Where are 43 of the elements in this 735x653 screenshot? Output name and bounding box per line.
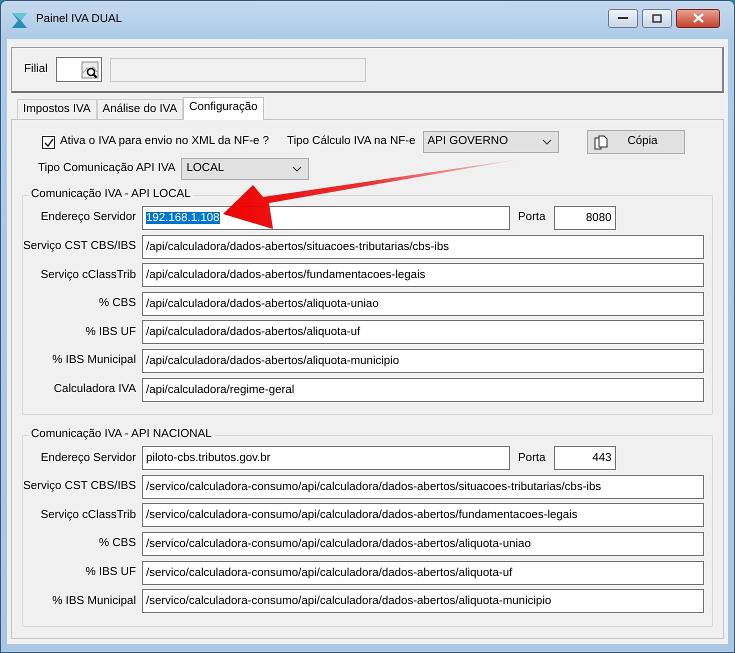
url-field[interactable]: /api/calculadora/dados-abertos/aliquota-municipio: [142, 348, 704, 373]
filial-label: Filial: [24, 62, 48, 77]
field-label: Porta: [518, 450, 546, 466]
field-label: Calculadora IVA: [52, 382, 137, 397]
group-title: Comunicação IVA - API NACIONAL: [29, 427, 214, 442]
port-field[interactable]: 443: [554, 446, 616, 470]
url-field[interactable]: /api/calculadora/dados-abertos/aliquota-uniao: [142, 292, 704, 316]
calc-type-dropdown[interactable]: API GOVERNO: [422, 131, 559, 153]
field-label: % CBS: [98, 296, 137, 312]
field-label: % IBS Municipal: [51, 353, 137, 368]
server-field[interactable]: piloto-cbs.tributos.gov.br: [142, 446, 510, 470]
url-field[interactable]: /servico/calculadora-consumo/api/calculadora/dados-abertos/situacoes-tributarias/cbs-ibs: [142, 474, 704, 499]
url-field[interactable]: /api/calculadora/dados-abertos/fundamentacoes-legais: [142, 263, 704, 288]
field-label: Porta: [518, 210, 546, 226]
field-label: Serviço CST CBS/IBS: [23, 479, 137, 494]
calc-type-label: Tipo Cálculo IVA na NF-e: [287, 134, 416, 150]
field-label: % CBS: [98, 536, 137, 552]
url-field[interactable]: /servico/calculadora-consumo/api/calculadora/dados-abertos/aliquota-municipio: [142, 589, 704, 614]
field-label: Endereço Servidor: [40, 210, 137, 226]
field-label: % IBS UF: [84, 564, 137, 580]
field-label: Endereço Servidor: [40, 450, 137, 466]
url-field[interactable]: /servico/calculadora-consumo/api/calculadora/dados-abertos/aliquota-uf: [142, 560, 704, 585]
field-label: Serviço CST CBS/IBS: [23, 238, 137, 254]
url-field[interactable]: /servico/calculadora-consumo/api/calculadora/dados-abertos/fundamentacoes-legais: [142, 503, 704, 528]
field-label: Serviço cClassTrib: [40, 268, 137, 283]
url-field[interactable]: /servico/calculadora-consumo/api/calculadora/dados-abertos/aliquota-uniao: [142, 532, 704, 556]
group-title: Comunicação IVA - API LOCAL: [29, 187, 193, 202]
copy-button[interactable]: Cópia: [586, 130, 685, 154]
tab[interactable]: Análise do IVA: [96, 99, 184, 119]
url-field[interactable]: /api/calculadora/dados-abertos/situacoes-tributarias/cbs-ibs: [142, 234, 704, 259]
url-field[interactable]: /api/calculadora/regime-geral: [142, 378, 704, 402]
tab[interactable]: Impostos IVA: [17, 99, 97, 119]
field-label: Serviço cClassTrib: [40, 508, 137, 523]
field-label: % IBS Municipal: [51, 594, 137, 608]
window-title: Painel IVA DUAL: [36, 12, 122, 28]
url-field[interactable]: /api/calculadora/dados-abertos/aliquota-uf: [142, 320, 704, 344]
comm-type-label: Tipo Comunicação API IVA: [38, 161, 176, 176]
field-label: % IBS UF: [84, 324, 137, 340]
tab[interactable]: Configuração: [183, 97, 264, 120]
comm-type-dropdown[interactable]: LOCAL: [181, 158, 310, 180]
port-field[interactable]: 8080: [554, 206, 616, 230]
checkbox-label: Ativa o IVA para envio no XML da NF-e ?: [60, 134, 270, 150]
server-field[interactable]: 192.168.1.108: [142, 206, 510, 230]
